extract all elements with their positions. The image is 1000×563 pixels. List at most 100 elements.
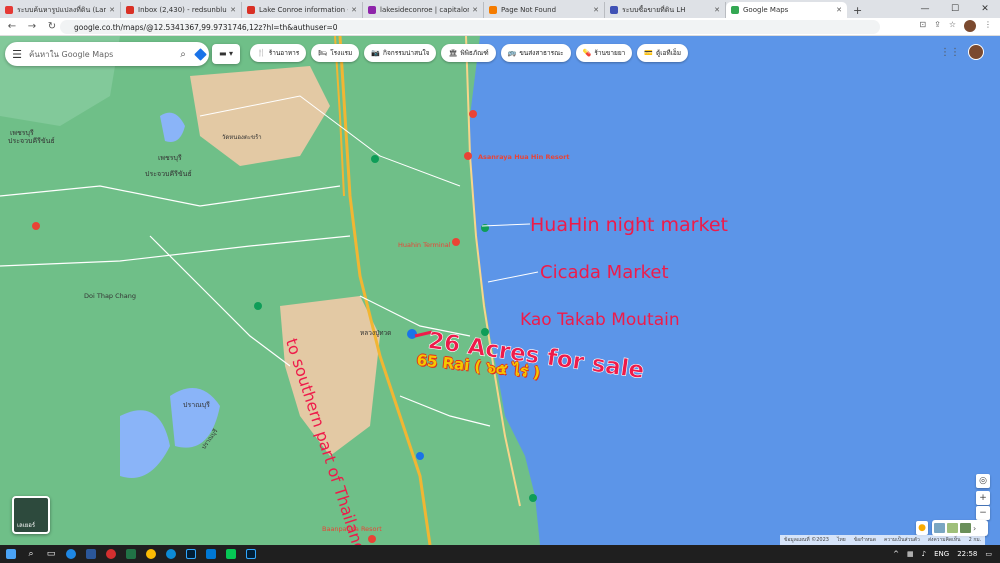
chip-pharmacy[interactable]: 💊 ร้านขายยา	[575, 44, 633, 62]
chip-things-to-do[interactable]: 📷 กิจกรรมน่าสนใจ	[364, 44, 437, 62]
account-avatar[interactable]	[968, 44, 984, 60]
chip-restaurant[interactable]: 🍴 ร้านอาหาร	[250, 44, 307, 62]
close-icon[interactable]: ✕	[230, 6, 236, 14]
hamburger-menu-icon[interactable]: ☰	[5, 48, 29, 61]
place-label[interactable]: ประจวบคีรีขันธ์	[145, 169, 192, 180]
directions-icon[interactable]	[191, 47, 209, 61]
marker-pin[interactable]	[529, 494, 537, 502]
close-icon[interactable]: ✕	[472, 6, 478, 14]
marker-pin[interactable]	[464, 152, 472, 160]
word-icon[interactable]	[82, 547, 100, 561]
input-language[interactable]: ENG	[934, 550, 949, 558]
search-icon[interactable]: ⌕	[22, 547, 40, 561]
marker-pin[interactable]	[32, 222, 40, 230]
install-icon[interactable]: ⊡	[919, 20, 926, 32]
photoshop-icon[interactable]	[242, 547, 260, 561]
museum-icon: 🏛	[448, 49, 458, 57]
window-controls: — ☐ ✕	[910, 0, 1000, 18]
marker-pin[interactable]	[469, 110, 477, 118]
chevron-right-icon[interactable]: ›	[973, 524, 976, 533]
my-location-button[interactable]: ◎	[976, 474, 990, 488]
windows-taskbar: ⌕ ▭ ^ ▦ ♪ ENG 22:58 ▭	[0, 545, 1000, 563]
chip-transit[interactable]: 🚌 ขนส่งสาธารณะ	[500, 44, 571, 62]
profile-avatar[interactable]	[964, 20, 976, 32]
category-chips: 🍴 ร้านอาหาร 🛏 โรงแรม 📷 กิจกรรมน่าสนใจ 🏛 พิพิ…	[250, 44, 689, 62]
search-icon[interactable]: ⌕	[175, 49, 191, 60]
marker-pin-selected[interactable]	[407, 329, 417, 339]
browser-tab[interactable]: lakesideconroe | capitalonetha✕	[363, 2, 484, 18]
browser-tab-active[interactable]: Google Maps ✕	[726, 2, 847, 18]
network-icon[interactable]: ▦	[907, 550, 914, 558]
place-label[interactable]: ประจวบคีรีขันธ์	[8, 136, 55, 147]
menu-dots-icon[interactable]: ⋮	[984, 20, 992, 32]
place-label[interactable]: วัดหนองตะขร้า	[222, 132, 262, 142]
marker-pin[interactable]	[254, 302, 262, 310]
imagery-thumb[interactable]	[934, 523, 945, 533]
marker-pin[interactable]	[452, 238, 460, 246]
star-icon[interactable]: ☆	[949, 20, 956, 32]
imagery-thumb[interactable]	[947, 523, 958, 533]
chevron-down-icon: ▾	[229, 49, 234, 58]
search-input[interactable]: ค้นหาใน Google Maps	[29, 48, 175, 61]
browser-tab[interactable]: Inbox (2,430) - redsunbluesky@✕	[121, 2, 242, 18]
address-bar[interactable]: google.co.th/maps/@12.5341367,99.9731746…	[60, 20, 880, 34]
apps-grid-icon[interactable]: ⋮⋮	[940, 47, 960, 58]
edge-icon[interactable]	[62, 547, 80, 561]
chip-atm[interactable]: 💳 ตู้เอทีเอ็ม	[637, 44, 689, 62]
forward-icon[interactable]: →	[24, 21, 40, 32]
photoshop-icon[interactable]	[182, 547, 200, 561]
volume-icon[interactable]: ♪	[922, 550, 926, 558]
marker-pin[interactable]	[368, 535, 376, 543]
new-tab-button[interactable]: +	[853, 2, 862, 18]
close-icon[interactable]: ✕	[836, 6, 842, 14]
close-icon[interactable]: ✕	[351, 6, 357, 14]
place-label[interactable]: Doi Thap Chang	[84, 292, 136, 300]
map-canvas[interactable]: เพชรบุรี วัดหนองตะขร้า ประจวบคีรีขันธ์ เ…	[0, 36, 1000, 545]
zoom-in-button[interactable]: +	[976, 491, 990, 505]
marker-pin[interactable]	[481, 224, 489, 232]
scale-bar[interactable]: 2 กม.	[969, 536, 982, 544]
notification-icon[interactable]: ▭	[985, 550, 992, 558]
chip-museum[interactable]: 🏛 พิพิธภัณฑ์	[441, 44, 496, 62]
browser-tab[interactable]: ระบบซื้อขายที่ดิน LH ✕	[605, 2, 726, 18]
share-icon[interactable]: ⇪	[934, 20, 941, 32]
imagery-strip[interactable]: ›	[932, 520, 988, 536]
browser-tab[interactable]: ระบบค้นหารูปแปลงที่ดิน (LandsMaps)✕	[0, 2, 121, 18]
chip-hotel[interactable]: 🛏 โรงแรม	[311, 44, 360, 62]
browser-toolbar: ← → ↻ google.co.th/maps/@12.5341367,99.9…	[0, 18, 1000, 36]
system-tray: ^ ▦ ♪ ENG 22:58 ▭	[893, 545, 992, 563]
task-view-icon[interactable]: ▭	[42, 547, 60, 561]
pegman-button[interactable]: ●	[916, 521, 928, 535]
close-window-icon[interactable]: ✕	[970, 0, 1000, 18]
back-icon[interactable]: ←	[4, 21, 20, 32]
windows-start-icon[interactable]	[2, 547, 20, 561]
excel-icon[interactable]	[122, 547, 140, 561]
app-icon[interactable]	[102, 547, 120, 561]
maximize-icon[interactable]: ☐	[940, 0, 970, 18]
place-label[interactable]: Huahin Terminal	[398, 241, 451, 249]
imagery-thumb[interactable]	[960, 523, 971, 533]
browser-tab[interactable]: Lake Conroe information - rach✕	[242, 2, 363, 18]
place-label[interactable]: Asanraya Hua Hin Resort	[478, 153, 570, 161]
line-icon[interactable]	[222, 547, 240, 561]
place-label[interactable]: หลวงปู่ทวด	[360, 328, 391, 338]
reload-icon[interactable]: ↻	[44, 21, 60, 32]
zoom-out-button[interactable]: −	[976, 506, 990, 520]
place-label[interactable]: ปราณบุรี	[183, 400, 210, 411]
close-icon[interactable]: ✕	[593, 6, 599, 14]
tray-chevron-icon[interactable]: ^	[893, 550, 899, 558]
layers-button[interactable]: เลเยอร์	[12, 496, 50, 534]
marker-pin[interactable]	[416, 452, 424, 460]
close-icon[interactable]: ✕	[714, 6, 720, 14]
marker-pin[interactable]	[371, 155, 379, 163]
map-graphic[interactable]	[0, 36, 1000, 545]
place-label[interactable]: เพชรบุรี	[158, 153, 182, 164]
clock[interactable]: 22:58	[957, 550, 977, 558]
vscode-icon[interactable]	[202, 547, 220, 561]
transit-mode-button[interactable]: ▬ ▾	[212, 44, 240, 64]
edge-icon[interactable]	[162, 547, 180, 561]
close-icon[interactable]: ✕	[109, 6, 115, 14]
minimize-icon[interactable]: —	[910, 0, 940, 18]
chrome-icon[interactable]	[142, 547, 160, 561]
browser-tab[interactable]: Page Not Found ✕	[484, 2, 605, 18]
